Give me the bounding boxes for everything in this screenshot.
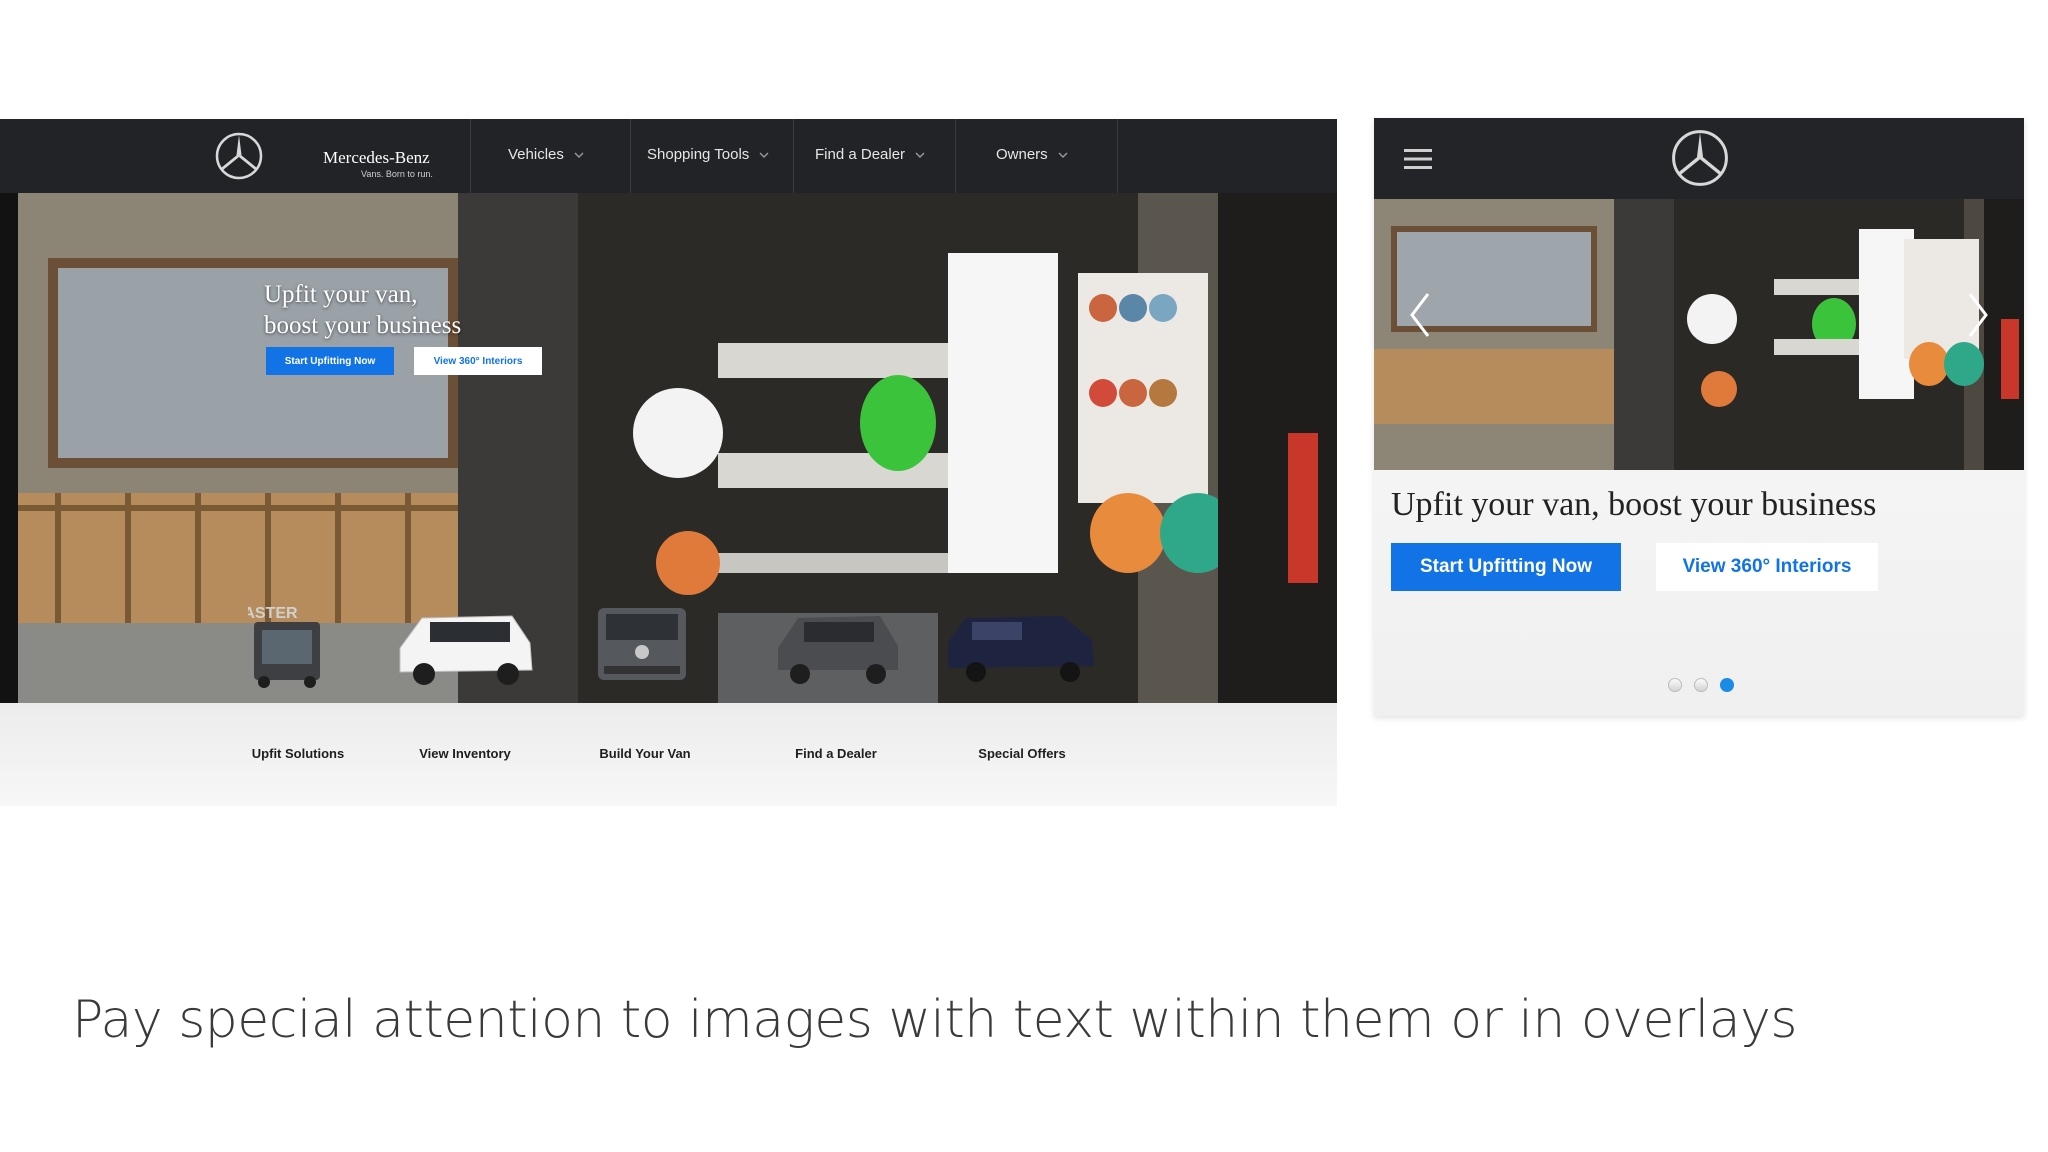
nav-item-shopping-tools[interactable]: Shopping Tools xyxy=(647,146,769,163)
svg-text:MASTER: MASTER xyxy=(248,605,298,622)
view-inventory-tile-icon[interactable] xyxy=(392,588,537,688)
chevron-right-icon[interactable] xyxy=(1962,288,1994,342)
tile-label-special-offers[interactable]: Special Offers xyxy=(932,746,1112,761)
upfit-solutions-tile-icon[interactable]: MASTER xyxy=(248,588,332,688)
start-upfitting-button[interactable]: Start Upfitting Now xyxy=(266,347,394,375)
nav-item-owners[interactable]: Owners xyxy=(996,146,1068,163)
nav-divider xyxy=(1117,119,1118,193)
mercedes-star-icon[interactable] xyxy=(1670,128,1730,188)
carousel-dot-1[interactable] xyxy=(1668,678,1682,692)
desktop-site-mock: Mercedes-Benz Vans. Born to run. Vehicle… xyxy=(0,119,1337,889)
nav-item-vehicles[interactable]: Vehicles xyxy=(508,146,584,163)
tile-label-upfit-solutions[interactable]: Upfit Solutions xyxy=(208,746,388,761)
build-your-van-tile-icon[interactable] xyxy=(592,588,692,688)
chevron-down-icon xyxy=(915,152,925,158)
slide-caption: Pay special attention to images with tex… xyxy=(72,990,1798,1050)
view-360-interiors-button[interactable]: View 360° Interiors xyxy=(1656,543,1878,591)
tile-label-find-a-dealer[interactable]: Find a Dealer xyxy=(746,746,926,761)
hamburger-menu-icon[interactable] xyxy=(1404,148,1432,170)
carousel-dot-3-active[interactable] xyxy=(1720,678,1734,692)
view-360-interiors-button[interactable]: View 360° Interiors xyxy=(414,347,542,375)
mobile-hero-headline: Upfit your van, boost your business xyxy=(1391,486,1877,523)
chevron-down-icon xyxy=(1058,152,1068,158)
nav-divider xyxy=(470,119,471,193)
desktop-hero-headline: Upfit your van, boost your business xyxy=(264,281,462,339)
carousel-dot-2[interactable] xyxy=(1694,678,1708,692)
tile-label-build-your-van[interactable]: Build Your Van xyxy=(555,746,735,761)
chevron-down-icon xyxy=(759,152,769,158)
mobile-nav-bar xyxy=(1374,118,2024,199)
chevron-left-icon[interactable] xyxy=(1404,288,1436,342)
desktop-nav-bar: Mercedes-Benz Vans. Born to run. Vehicle… xyxy=(0,119,1337,193)
brand-tagline: Vans. Born to run. xyxy=(361,169,433,179)
mobile-site-mock: Upfit your van, boost your business Star… xyxy=(1374,118,2024,716)
find-a-dealer-tile-icon[interactable] xyxy=(770,588,905,688)
start-upfitting-button[interactable]: Start Upfitting Now xyxy=(1391,543,1621,591)
nav-divider xyxy=(955,119,956,193)
nav-divider xyxy=(630,119,631,193)
special-offers-tile-icon[interactable] xyxy=(942,588,1100,688)
mobile-hero-image[interactable] xyxy=(1374,199,2024,470)
brand-name[interactable]: Mercedes-Benz xyxy=(323,148,430,168)
chevron-down-icon xyxy=(574,152,584,158)
mercedes-star-icon[interactable] xyxy=(214,131,264,181)
nav-divider xyxy=(793,119,794,193)
tile-label-view-inventory[interactable]: View Inventory xyxy=(375,746,555,761)
nav-item-find-a-dealer[interactable]: Find a Dealer xyxy=(815,146,925,163)
van-interior-photo xyxy=(1374,199,2024,470)
